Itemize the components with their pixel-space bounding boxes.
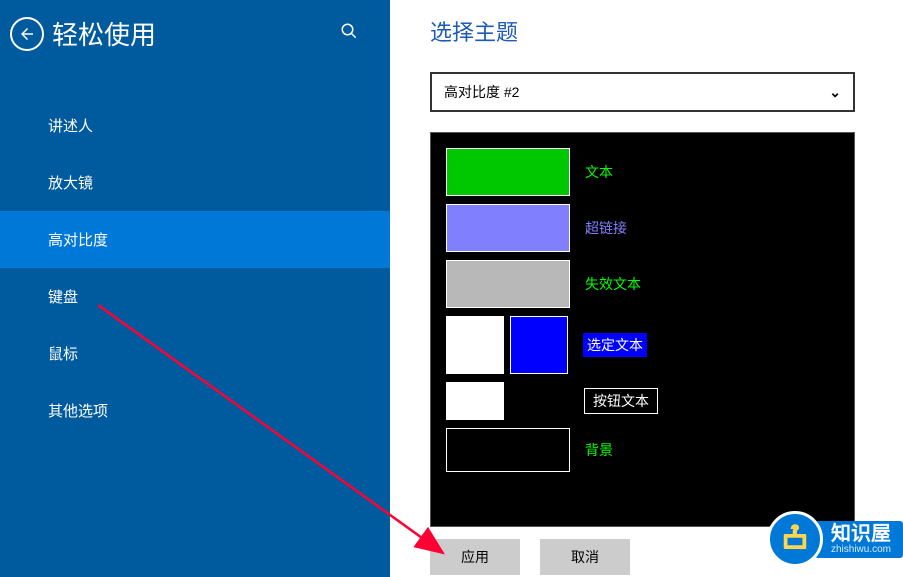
sidebar-items: 讲述人 放大镜 高对比度 键盘 鼠标 其他选项 [0,97,390,439]
sidebar-item-high-contrast[interactable]: 高对比度 [0,211,390,268]
text-label: 文本 [585,162,613,182]
sidebar-item-mouse[interactable]: 鼠标 [0,325,390,382]
sidebar-item-keyboard[interactable]: 键盘 [0,268,390,325]
color-row-selected: 选定文本 [446,316,839,374]
sidebar-header: 轻松使用 [0,0,390,67]
cancel-button[interactable]: 取消 [540,539,630,575]
watermark: ? 知识屋 zhishiwu.com [767,511,903,567]
color-row-button: 按钮文本 [446,382,839,420]
back-arrow-icon [18,25,36,43]
watermark-title: 知识屋 [831,524,891,544]
content-title: 选择主题 [430,15,863,47]
theme-dropdown[interactable]: 高对比度 #2 ⌄ [430,72,855,112]
color-row-hyperlink: 超链接 [446,204,839,252]
sidebar-item-magnifier[interactable]: 放大镜 [0,154,390,211]
sidebar-item-narrator[interactable]: 讲述人 [0,97,390,154]
sidebar-title: 轻松使用 [52,15,156,52]
chevron-down-icon: ⌄ [829,84,841,101]
disabled-color-swatch[interactable] [446,260,570,308]
selected-label: 选定文本 [583,333,647,357]
button-fg-swatch[interactable] [446,382,504,420]
svg-text:?: ? [792,524,799,536]
dropdown-value: 高对比度 #2 [444,82,519,102]
main-content: 选择主题 高对比度 #2 ⌄ 文本 超链接 失效文本 选定文本 按钮文本 背景 [390,0,903,577]
color-row-disabled: 失效文本 [446,260,839,308]
apply-button[interactable]: 应用 [430,539,520,575]
preview-panel: 文本 超链接 失效文本 选定文本 按钮文本 背景 [430,132,855,527]
background-label: 背景 [585,440,613,460]
background-swatch[interactable] [446,428,570,472]
watermark-logo-icon: ? [767,511,823,567]
disabled-label: 失效文本 [585,274,641,294]
color-row-text: 文本 [446,148,839,196]
watermark-subtitle: zhishiwu.com [831,544,891,555]
selected-bg-swatch[interactable] [510,316,568,374]
button-label: 按钮文本 [584,388,658,414]
color-row-background: 背景 [446,428,839,472]
back-button[interactable] [10,17,44,51]
hyperlink-label: 超链接 [585,218,627,238]
search-icon[interactable] [340,22,360,42]
text-color-swatch[interactable] [446,148,570,196]
selected-fg-swatch[interactable] [446,316,504,374]
sidebar: 轻松使用 讲述人 放大镜 高对比度 键盘 鼠标 其他选项 [0,0,390,577]
sidebar-item-other-options[interactable]: 其他选项 [0,382,390,439]
watermark-text: 知识屋 zhishiwu.com [815,521,903,558]
hyperlink-color-swatch[interactable] [446,204,570,252]
